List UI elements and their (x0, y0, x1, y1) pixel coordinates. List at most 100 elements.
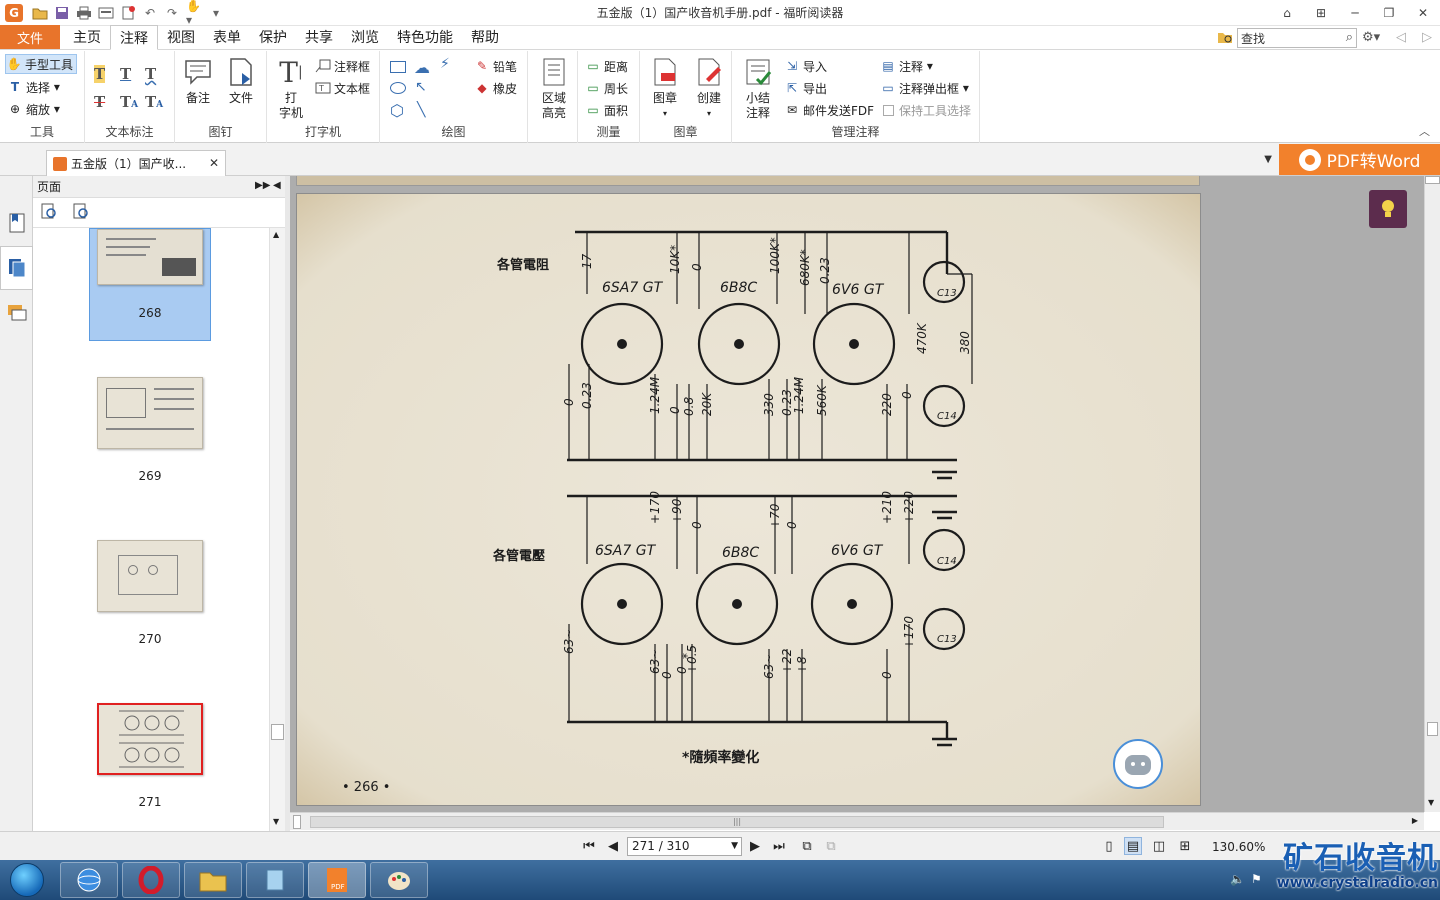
expand-panel-icon[interactable]: ▶▶ (255, 180, 270, 191)
foxit-logo-icon[interactable]: G (5, 3, 23, 22)
squiggly-text-icon[interactable]: T (145, 65, 156, 83)
next-page-icon[interactable]: ▶ (746, 837, 764, 855)
customize-dropdown-icon[interactable]: ▾ (208, 5, 224, 21)
find-folder-icon[interactable] (1217, 29, 1233, 45)
search-input[interactable]: 查找 ⌕ (1237, 28, 1357, 48)
last-page-icon[interactable]: ⏭ (770, 837, 788, 855)
callout-button[interactable]: 注释框 (315, 56, 370, 76)
hand-tool-button[interactable]: ✋ 手型工具 (5, 54, 78, 74)
taskbar-opera-icon[interactable] (122, 862, 180, 898)
attach-file-button[interactable]: 文件 (225, 55, 257, 106)
flag-icon[interactable]: ⚑ (1251, 872, 1262, 886)
layout-icon[interactable]: ⊞ (1304, 0, 1338, 26)
thumbnail-page-271[interactable]: 271 (89, 703, 211, 809)
tab-browse[interactable]: 浏览 (342, 25, 388, 49)
comments-panel-icon[interactable] (6, 300, 28, 326)
page-number-input[interactable]: 271 / 310 ▼ (627, 837, 742, 856)
polygon-icon[interactable]: ⬡ (390, 101, 404, 120)
scan-icon[interactable] (98, 5, 114, 21)
create-stamp-button[interactable]: 创建 ▾ (693, 55, 725, 121)
pdf-to-word-button[interactable]: PDF转Word (1279, 144, 1440, 175)
restore-button[interactable]: ❐ (1372, 0, 1406, 26)
zoom-in-thumbnail-icon[interactable] (41, 203, 57, 222)
tab-share[interactable]: 共享 (296, 25, 342, 49)
tab-protect[interactable]: 保护 (250, 25, 296, 49)
first-page-icon[interactable]: ⏮ (580, 837, 598, 855)
hand-dropdown-icon[interactable]: ✋▾ (186, 0, 202, 27)
perimeter-button[interactable]: ▭ 周长 (585, 78, 628, 98)
polyline-icon[interactable]: ⚡ (440, 56, 450, 72)
strikeout-text-icon[interactable]: T (94, 93, 105, 111)
menu-file[interactable]: 文件 (0, 25, 60, 49)
zoom-tool-button[interactable]: ⊕ 缩放 ▾ (7, 99, 60, 119)
tab-special[interactable]: 特色功能 (388, 25, 462, 49)
search-icon[interactable]: ⌕ (1346, 30, 1353, 45)
popup-button[interactable]: ▭ 注释弹出框 ▾ (880, 78, 969, 98)
note-button[interactable]: 备注 (182, 55, 214, 106)
scroll-up-icon[interactable]: ▲ (273, 230, 279, 239)
scroll-down-icon[interactable]: ▼ (273, 817, 279, 826)
tab-home[interactable]: 主页 (64, 25, 110, 49)
pages-panel-icon[interactable] (0, 246, 33, 290)
document-vertical-scrollbar[interactable]: ▼ (1424, 176, 1440, 812)
keep-tool-checkbox[interactable]: 保持工具选择 (880, 100, 971, 120)
continuous-facing-view-icon[interactable]: ⊞ (1176, 837, 1194, 855)
arrow-icon[interactable]: ↖ (415, 79, 427, 95)
thumbnail-scrollbar[interactable]: ▲ ▼ (269, 228, 285, 831)
replace-text-icon[interactable]: TA (120, 93, 138, 111)
document-tab[interactable]: 五金版（1）国产收... ✕ (46, 150, 226, 176)
taskbar-foxit-icon[interactable]: PDF (308, 862, 366, 898)
next-view-icon[interactable]: ⧉ (822, 837, 840, 855)
tab-comment[interactable]: 注释 (110, 25, 158, 50)
import-button[interactable]: ⇲ 导入 (784, 56, 827, 76)
tab-list-dropdown-icon[interactable]: ▼ (1264, 154, 1272, 165)
select-tool-button[interactable]: T 选择 ▾ (7, 77, 60, 97)
lightbulb-tips-icon[interactable] (1369, 190, 1407, 228)
area-highlight-button[interactable]: 区域 高亮 (538, 55, 570, 121)
annotation-menu-button[interactable]: ▤ 注释 ▾ (880, 56, 933, 76)
settings-gear-icon[interactable]: ⚙▾ (1362, 30, 1380, 45)
taskbar-notepad-icon[interactable] (246, 862, 304, 898)
highlight-text-icon[interactable]: T (94, 65, 106, 83)
document-hscroll-handle[interactable]: ||| (310, 816, 1164, 828)
typewriter-button[interactable]: T | 打 字机 (275, 55, 307, 121)
prev-result-icon[interactable]: ◁ (1396, 30, 1406, 45)
speaker-icon[interactable]: 🔈 (1230, 872, 1245, 886)
bookmarks-icon[interactable] (6, 210, 28, 236)
rectangle-icon[interactable] (390, 61, 406, 73)
thumbnail-page-268[interactable]: 268 (89, 228, 211, 341)
undo-icon[interactable]: ↶ (142, 5, 158, 21)
pencil-button[interactable]: ✎ 铅笔 (474, 56, 517, 76)
redo-icon[interactable]: ↷ (164, 5, 180, 21)
hscroll-left-cap[interactable] (293, 815, 301, 829)
distance-button[interactable]: ▭ 距离 (585, 56, 628, 76)
taskbar-ie-icon[interactable] (60, 862, 118, 898)
assistant-robot-icon[interactable] (1113, 739, 1163, 789)
continuous-view-icon[interactable]: ▤ (1124, 837, 1142, 855)
document-vscroll-handle[interactable] (1427, 722, 1438, 736)
textbox-button[interactable]: T 文本框 (315, 78, 370, 98)
eraser-button[interactable]: ◆ 橡皮 (474, 78, 517, 98)
underline-text-icon[interactable]: T (120, 65, 131, 83)
line-icon[interactable]: ╲ (417, 102, 425, 118)
close-button[interactable]: ✕ (1406, 0, 1440, 26)
thumbnail-page-269[interactable]: 269 (89, 377, 211, 483)
save-icon[interactable] (54, 5, 70, 21)
email-fdf-button[interactable]: ✉ 邮件发送FDF (784, 100, 874, 120)
insert-text-icon[interactable]: TA (145, 93, 163, 111)
taskbar-paint-icon[interactable] (370, 862, 428, 898)
taskbar-explorer-icon[interactable] (184, 862, 242, 898)
export-button[interactable]: ⇱ 导出 (784, 78, 827, 98)
tab-view[interactable]: 视图 (158, 25, 204, 49)
page-dropdown-icon[interactable]: ▼ (731, 838, 738, 855)
next-result-icon[interactable]: ▷ (1422, 30, 1432, 45)
area-button[interactable]: ▭ 面积 (585, 100, 628, 120)
summarize-button[interactable]: 小结 注释 (742, 55, 774, 121)
new-icon[interactable] (120, 5, 136, 21)
cloud-icon[interactable]: ☁ (414, 58, 430, 77)
print-icon[interactable] (76, 5, 92, 21)
scroll-right-button[interactable]: ▶ (1412, 816, 1418, 825)
stamp-button[interactable]: 图章 ▾ (649, 55, 681, 121)
ribbon-options-icon[interactable]: ⌂ (1270, 0, 1304, 26)
thumbnail-page-270[interactable]: 270 (89, 540, 211, 646)
